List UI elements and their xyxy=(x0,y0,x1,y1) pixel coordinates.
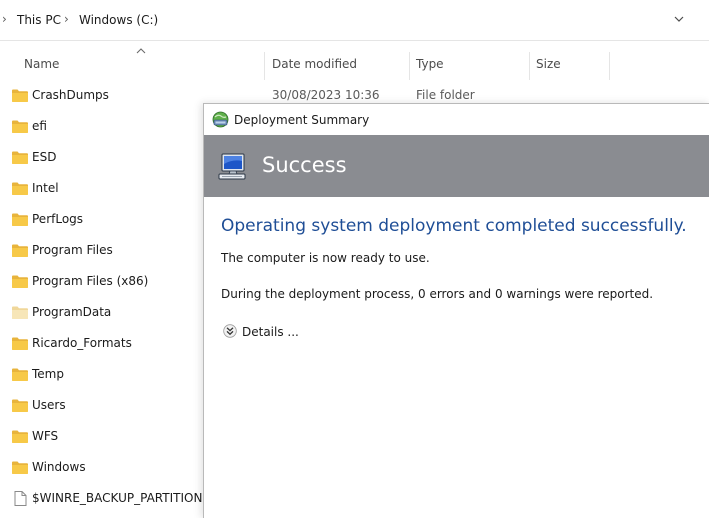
deployment-icon xyxy=(212,111,229,128)
sort-ascending-icon xyxy=(136,48,146,54)
file-name: CrashDumps xyxy=(32,88,109,102)
file-name: ESD xyxy=(32,150,57,164)
file-name: Program Files xyxy=(32,243,113,257)
folder-icon xyxy=(12,337,28,350)
file-name: efi xyxy=(32,119,47,133)
folder-icon xyxy=(12,213,28,226)
banner-title: Success xyxy=(262,153,347,177)
folder-icon xyxy=(12,399,28,412)
folder-icon xyxy=(12,368,28,381)
folder-icon xyxy=(12,120,28,133)
folder-icon xyxy=(12,306,28,319)
file-name: Program Files (x86) xyxy=(32,274,149,288)
chevron-right-icon[interactable]: › xyxy=(64,12,69,26)
error-summary: During the deployment process, 0 errors … xyxy=(221,287,654,301)
folder-icon xyxy=(12,275,28,288)
chevron-right-icon[interactable]: › xyxy=(2,12,7,26)
file-name: Ricardo_Formats xyxy=(32,336,132,350)
dialog-title: Deployment Summary xyxy=(234,113,370,127)
details-toggle[interactable]: Details ... xyxy=(221,322,331,342)
chevron-down-icon[interactable] xyxy=(672,12,686,26)
dialog-title-bar[interactable]: Deployment Summary xyxy=(204,104,709,135)
address-bar[interactable]: › This PC › Windows (C:) xyxy=(0,0,709,41)
file-name: PerfLogs xyxy=(32,212,84,226)
breadcrumb-this-pc[interactable]: This PC xyxy=(17,13,61,27)
column-header-date-modified[interactable]: Date modified xyxy=(272,57,357,71)
result-heading: Operating system deployment completed su… xyxy=(221,216,687,236)
file-name: ProgramData xyxy=(32,305,112,319)
file-icon xyxy=(14,491,27,506)
breadcrumb-windows-c[interactable]: Windows (C:) xyxy=(79,13,158,27)
file-name: Users xyxy=(32,398,66,412)
column-divider[interactable] xyxy=(609,52,610,80)
column-divider[interactable] xyxy=(264,52,265,80)
computer-icon xyxy=(218,153,246,180)
column-divider[interactable] xyxy=(409,52,410,80)
file-type: File folder xyxy=(416,88,475,102)
status-message: The computer is now ready to use. xyxy=(221,251,430,265)
column-header-size[interactable]: Size xyxy=(536,57,561,71)
column-header-name[interactable]: Name xyxy=(24,57,59,71)
file-name: $WINRE_BACKUP_PARTITION.MA xyxy=(32,491,225,505)
folder-icon xyxy=(12,430,28,443)
folder-icon xyxy=(12,244,28,257)
folder-icon xyxy=(12,461,28,474)
file-name: Intel xyxy=(32,181,59,195)
folder-icon xyxy=(12,89,28,102)
status-banner: Success xyxy=(204,135,709,197)
column-divider[interactable] xyxy=(529,52,530,80)
folder-icon xyxy=(12,151,28,164)
file-name: Windows xyxy=(32,460,86,474)
folder-icon xyxy=(12,182,28,195)
column-headers: Name Date modified Type Size xyxy=(0,44,709,84)
column-header-type[interactable]: Type xyxy=(416,57,444,71)
file-date-modified: 30/08/2023 10:36 xyxy=(272,88,380,102)
file-name: WFS xyxy=(32,429,59,443)
deployment-summary-dialog: Deployment Summary Success Operating sys… xyxy=(203,103,709,518)
expand-chevron-icon[interactable] xyxy=(223,324,237,338)
details-label[interactable]: Details ... xyxy=(242,325,299,339)
file-name: Temp xyxy=(32,367,64,381)
